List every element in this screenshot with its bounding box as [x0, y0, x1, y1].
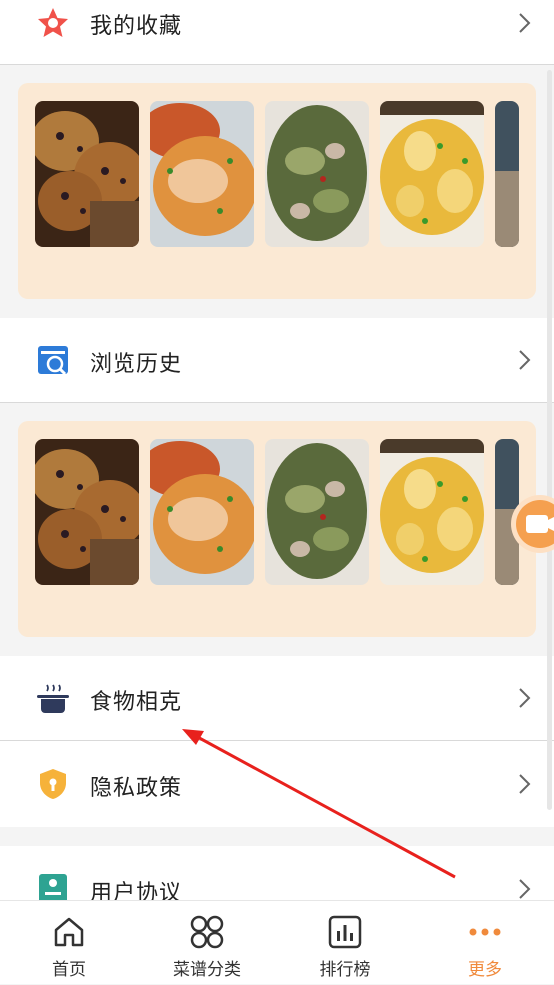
recipe-thumbnail[interactable] — [150, 101, 254, 247]
history-search-icon — [36, 343, 70, 377]
floating-video-button[interactable] — [516, 500, 554, 548]
tab-home[interactable]: 首页 — [0, 901, 138, 985]
star-icon — [36, 6, 70, 40]
chevron-right-icon — [514, 349, 536, 371]
history-row[interactable]: 浏览历史 — [0, 318, 554, 402]
privacy-label: 隐私政策 — [90, 776, 183, 801]
grid-icon — [190, 915, 224, 949]
recipe-thumbnail[interactable] — [380, 439, 484, 585]
video-camera-icon — [526, 515, 554, 533]
food-conflict-row[interactable]: 食物相克 — [0, 656, 554, 740]
favorites-row[interactable]: 我的收藏 — [0, 0, 554, 64]
tab-more-label: 更多 — [468, 960, 502, 980]
tab-more[interactable]: 更多 — [416, 901, 554, 985]
chevron-right-icon — [514, 878, 536, 900]
chevron-right-icon — [514, 687, 536, 709]
chevron-right-icon — [514, 773, 536, 795]
agreement-row[interactable]: 用户协议 — [0, 846, 554, 906]
cooking-pot-icon — [36, 681, 70, 715]
scrollbar[interactable] — [547, 70, 552, 810]
more-icon — [469, 928, 501, 936]
shield-icon — [36, 767, 70, 801]
tab-home-label: 首页 — [52, 960, 86, 980]
food-conflict-label: 食物相克 — [90, 690, 183, 715]
favorites-label: 我的收藏 — [90, 14, 183, 39]
recipe-thumbnail[interactable] — [35, 439, 139, 585]
home-icon — [54, 917, 84, 947]
recipe-thumbnail[interactable] — [265, 439, 369, 585]
recipe-thumbnail[interactable] — [150, 439, 254, 585]
chevron-right-icon — [514, 12, 536, 34]
recipe-thumbnail[interactable] — [265, 101, 369, 247]
history-label: 浏览历史 — [90, 352, 183, 377]
tab-categories[interactable]: 菜谱分类 — [138, 901, 276, 985]
tab-categories-label: 菜谱分类 — [173, 960, 241, 980]
tab-ranking[interactable]: 排行榜 — [276, 901, 414, 985]
chart-icon — [328, 915, 362, 949]
recipe-thumbnail[interactable] — [35, 101, 139, 247]
tab-ranking-label: 排行榜 — [319, 960, 371, 980]
bottom-tab-bar: 首页 菜谱分类 排行榜 更多 — [0, 900, 554, 984]
recipe-thumbnail[interactable] — [380, 101, 484, 247]
favorites-strip — [18, 83, 536, 299]
history-strip — [18, 421, 536, 637]
recipe-thumbnail[interactable] — [495, 101, 519, 247]
privacy-row[interactable]: 隐私政策 — [0, 741, 554, 827]
